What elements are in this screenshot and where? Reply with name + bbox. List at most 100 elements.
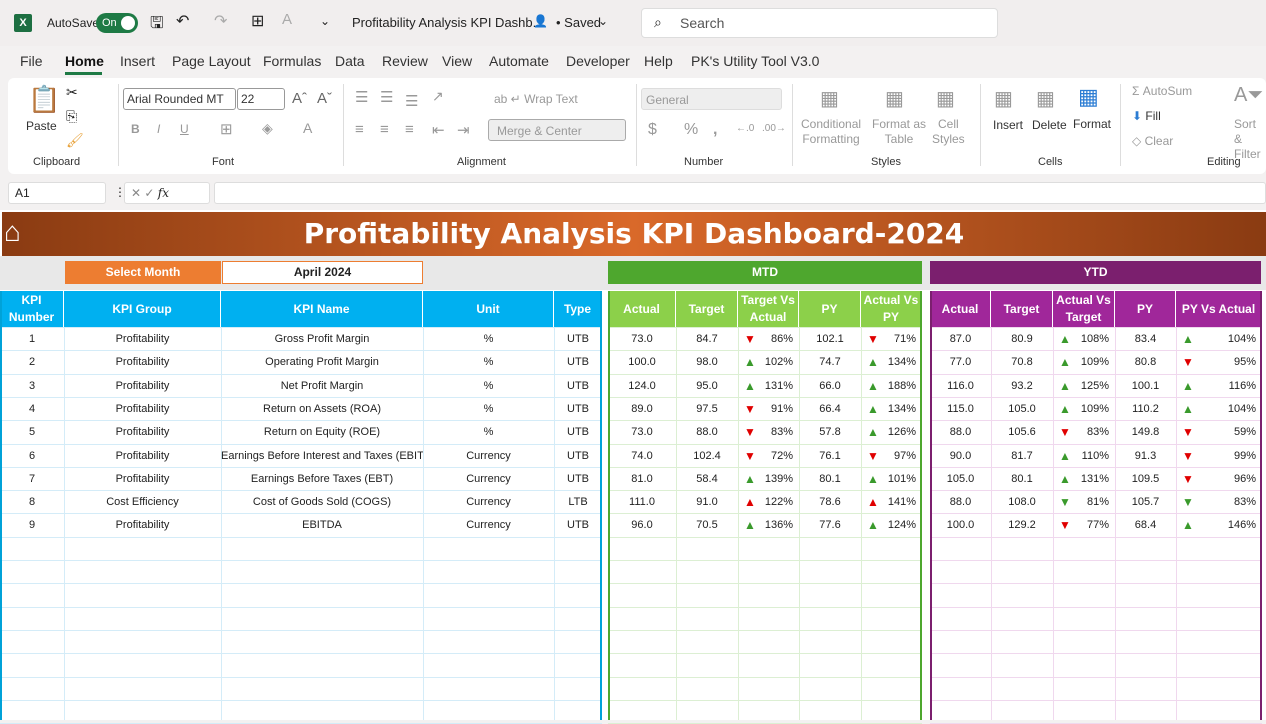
arrow-up-icon: ▲ [867,355,879,370]
comma-icon[interactable]: , [713,121,717,139]
insert-button[interactable]: Insert [993,118,1023,132]
paste-button[interactable]: Paste [26,119,57,133]
tab-automate[interactable]: Automate [489,53,549,69]
arrow-down-icon: ▼ [744,401,756,416]
format-button[interactable]: Format [1073,117,1111,131]
cell-ytd-pct: 95% [1233,356,1256,369]
label: Cell [938,117,959,131]
font-size-select[interactable]: 22 [237,88,285,110]
percent-icon[interactable]: % [684,121,698,139]
sort-filter-icon[interactable]: A⏷ [1234,84,1263,107]
tab-review[interactable]: Review [382,53,428,69]
fill-color-icon[interactable]: ◈ [262,120,273,137]
autosum-button[interactable]: Σ AutoSum [1132,84,1192,98]
bold-icon[interactable]: B [131,122,140,136]
arrow-up-icon: ▲ [1059,471,1071,486]
cell-ytd-pct: 83% [1233,496,1256,509]
fill-button[interactable]: ⬇ Fill [1132,109,1161,123]
save-icon[interactable]: 🖫 [150,12,164,39]
insert-cells-icon[interactable]: ▦ [994,86,1013,111]
format-as-table-icon[interactable]: ▦ [885,86,904,111]
align-bottom-icon[interactable]: ☰ [405,92,418,110]
cell-unit: Currency [466,496,511,509]
fx-icon[interactable]: fx [158,186,169,200]
tab-developer[interactable]: Developer [566,53,630,69]
font-color-icon[interactable]: A [282,11,292,28]
paste-icon[interactable]: 📋 [28,84,60,115]
currency-icon[interactable]: $ [648,121,657,139]
borders-icon[interactable]: ⊞ [251,11,264,31]
group-label-font: Font [212,156,235,168]
redo-icon[interactable]: ↷ [214,11,227,31]
decrease-indent-icon[interactable]: ⇤ [432,121,445,139]
cell-mtd-pct: 126% [887,426,916,439]
format-as-table-button[interactable]: Format as Table [872,117,926,147]
orientation-icon[interactable]: ↗ [432,88,444,105]
cut-icon[interactable]: ✂ [66,84,78,101]
cell-ytd-pct: 77% [1086,519,1109,532]
month-select[interactable]: April 2024 [222,261,423,284]
header-mtd-py: PY [799,291,861,327]
format-cells-icon[interactable]: ▦ [1078,84,1099,110]
font-name-select[interactable]: Arial Rounded MT [123,88,236,110]
align-right-icon[interactable]: ≡ [405,121,414,138]
increase-decimal-icon[interactable]: ←.0 [736,123,754,134]
wrap-text-button[interactable]: ab ↵ Wrap Text [494,92,578,106]
decrease-font-icon[interactable]: Aˇ [317,90,332,107]
tab-help[interactable]: Help [644,53,673,69]
saved-status[interactable]: • Saved [556,15,601,30]
cell-ytd-value: 81.7 [1011,449,1033,462]
underline-icon[interactable]: U [180,122,189,136]
header-left-kpi-group: KPI Group [64,291,221,327]
align-center-icon[interactable]: ≡ [380,121,389,138]
conditional-formatting-button[interactable]: Conditional Formatting [801,117,861,147]
tab-data[interactable]: Data [335,53,365,69]
home-icon[interactable]: ⌂ [4,214,21,250]
undo-icon[interactable]: ↶ [176,11,189,31]
tab-home[interactable]: Home [65,53,104,69]
arrow-up-icon: ▲ [1059,448,1071,463]
increase-indent-icon[interactable]: ⇥ [457,121,470,139]
number-format-select[interactable]: General [641,88,782,110]
cell-styles-icon[interactable]: ▦ [936,86,955,111]
align-middle-icon[interactable]: ☰ [380,88,393,106]
gridline [861,327,862,720]
copy-icon[interactable]: ⎘ [66,108,77,125]
delete-cells-icon[interactable]: ▦ [1036,86,1055,111]
formula-buttons[interactable]: ✕ ✓ fx [124,182,210,204]
cell-mtd-value: 97.5 [696,402,718,415]
italic-icon[interactable]: I [157,122,160,136]
formula-input[interactable] [214,182,1266,204]
decrease-decimal-icon[interactable]: .00→ [762,123,786,134]
tab-page-layout[interactable]: Page Layout [172,53,251,69]
tab-file[interactable]: File [20,53,43,69]
delete-button[interactable]: Delete [1032,118,1067,132]
merge-center-button[interactable]: Merge & Center [488,119,626,141]
title-bar [0,0,1266,46]
search-input[interactable]: Search [641,8,998,38]
tab-formulas[interactable]: Formulas [263,53,321,69]
font-color-icon[interactable]: A [303,120,312,136]
increase-font-icon[interactable]: Aˆ [292,90,307,107]
customize-qat-icon[interactable]: ⌄ [320,14,330,28]
chevron-down-icon[interactable]: ⌄ [598,14,608,28]
align-top-icon[interactable]: ☰ [355,88,368,106]
gridline [608,583,922,585]
clear-button[interactable]: ◇ Clear [1132,134,1173,148]
align-left-icon[interactable]: ≡ [355,121,364,138]
cell-ytd-value: 68.4 [1134,519,1157,532]
format-painter-icon[interactable]: 🖌 [66,132,84,149]
cell-name: EBITDA [302,519,342,532]
borders-icon[interactable]: ⊞ [220,120,233,138]
arrow-down-icon: ▼ [1182,495,1194,510]
tab-insert[interactable]: Insert [120,53,155,69]
name-box[interactable]: A1 [8,182,106,204]
arrow-up-icon: ▲ [744,355,756,370]
tab-pk-s-utility-tool-v3-0[interactable]: PK's Utility Tool V3.0 [691,53,819,69]
cell-mtd-value: 76.1 [819,449,841,462]
tab-view[interactable]: View [442,53,472,69]
autosave-toggle[interactable]: On [96,13,138,33]
arrow-down-icon: ▼ [867,332,879,346]
conditional-formatting-icon[interactable]: ▦ [820,86,839,111]
cell-styles-button[interactable]: Cell Styles [932,117,965,147]
